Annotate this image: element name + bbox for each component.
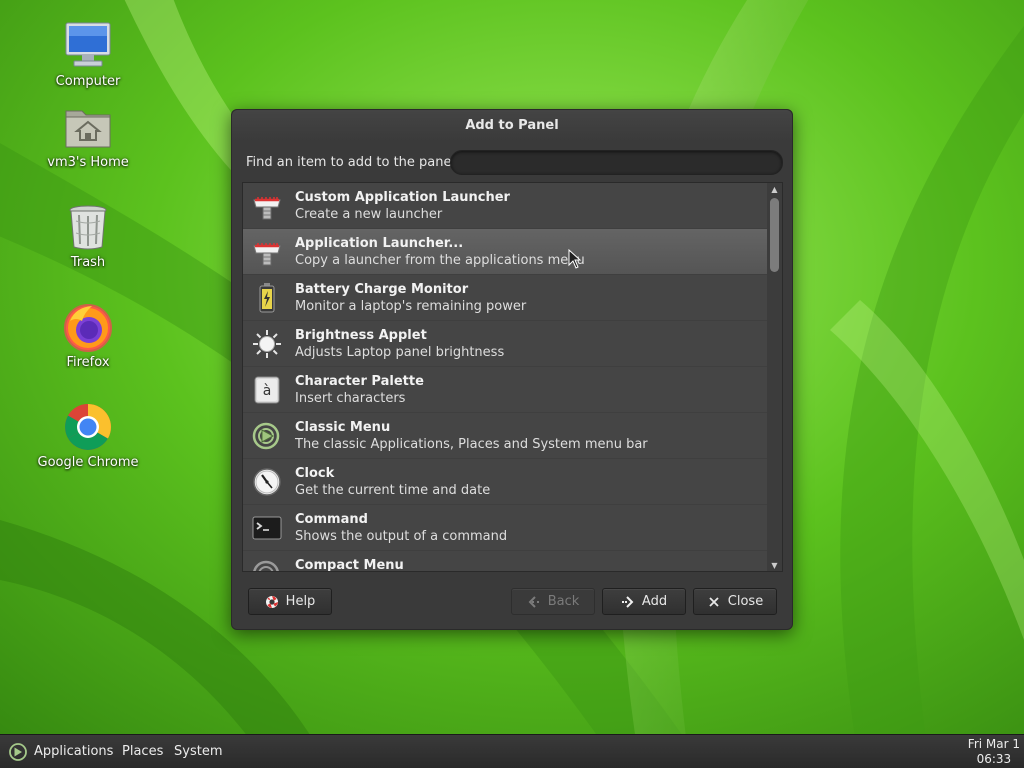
list-item[interactable]: Compact Menu — [243, 551, 768, 572]
system-menu[interactable]: System — [174, 744, 222, 759]
clock-date: Fri Mar 1 — [967, 737, 1020, 751]
panel-clock[interactable]: Fri Mar 1 06:33 — [968, 737, 1020, 767]
add-button-label: Add — [641, 594, 668, 609]
add-button[interactable]: Add — [602, 588, 686, 615]
item-title: Classic Menu — [295, 420, 391, 435]
desktop-icon-google-chrome[interactable]: Google Chrome — [33, 401, 143, 471]
item-description: Get the current time and date — [295, 483, 491, 498]
scroll-down-arrow-icon[interactable]: ▼ — [767, 560, 782, 571]
launcher-icon — [251, 236, 283, 268]
computer-icon — [62, 20, 114, 72]
desktop-icon-label: Trash — [70, 255, 106, 270]
scroll-thumb[interactable] — [770, 198, 779, 272]
desktop-icon-label: Firefox — [66, 355, 110, 370]
desktop-icon-firefox[interactable]: Firefox — [33, 301, 143, 371]
item-title: Battery Charge Monitor — [295, 282, 469, 297]
help-button-label: Help — [285, 594, 316, 609]
places-menu[interactable]: Places — [122, 744, 163, 759]
launcher-icon — [251, 190, 283, 222]
list-item[interactable]: Battery Charge Monitor Monitor a laptop'… — [243, 275, 768, 321]
dialog-title[interactable]: Add to Panel — [232, 110, 792, 142]
search-row: Find an item to add to the panel: — [245, 150, 783, 176]
home-folder-icon — [62, 101, 114, 153]
desktop-icon-home[interactable]: vm3's Home — [33, 101, 143, 171]
classic-menu-icon — [251, 420, 283, 452]
scroll-up-arrow-icon[interactable]: ▲ — [767, 184, 782, 196]
applet-list-frame: Custom Application Launcher Create a new… — [242, 182, 783, 572]
character-palette-icon: à — [251, 374, 283, 406]
back-button[interactable]: Back — [511, 588, 595, 615]
battery-icon — [251, 282, 283, 314]
item-description: Insert characters — [295, 391, 406, 406]
item-title: Clock — [295, 466, 335, 481]
item-title: Command — [295, 512, 368, 527]
terminal-icon — [251, 512, 283, 544]
clock-icon — [251, 466, 283, 498]
item-description: Shows the output of a command — [295, 529, 508, 544]
svg-text:à: à — [263, 383, 272, 399]
search-input[interactable] — [450, 150, 783, 175]
list-item-selected[interactable]: Application Launcher... Copy a launcher … — [243, 229, 768, 275]
item-description: Copy a launcher from the applications me… — [295, 253, 585, 268]
list-item[interactable]: Classic Menu The classic Applications, P… — [243, 413, 768, 459]
trash-icon — [62, 201, 114, 253]
item-title: Compact Menu — [295, 558, 404, 572]
item-description: Monitor a laptop's remaining power — [295, 299, 527, 314]
clock-time: 06:33 — [976, 752, 1012, 766]
chrome-icon — [62, 401, 114, 453]
back-button-label: Back — [547, 594, 580, 609]
brightness-icon — [251, 328, 283, 360]
list-item[interactable]: Command Shows the output of a command — [243, 505, 768, 551]
close-button-label: Close — [727, 594, 764, 609]
item-description: Adjusts Laptop panel brightness — [295, 345, 505, 360]
distro-logo-icon[interactable] — [8, 742, 28, 762]
search-label: Find an item to add to the panel: — [246, 155, 460, 170]
item-description: Create a new launcher — [295, 207, 443, 222]
compact-menu-icon — [251, 558, 283, 571]
item-title: Application Launcher... — [295, 236, 464, 251]
list-item[interactable]: à Character Palette Insert characters — [243, 367, 768, 413]
firefox-icon — [62, 301, 114, 353]
applications-menu[interactable]: Applications — [34, 744, 113, 759]
forward-arrow-icon — [621, 595, 635, 609]
close-icon — [707, 595, 721, 609]
desktop-icon-label: Computer — [55, 74, 121, 89]
list-item[interactable]: Brightness Applet Adjusts Laptop panel b… — [243, 321, 768, 367]
help-button[interactable]: Help — [248, 588, 332, 615]
mouse-cursor-icon — [568, 249, 582, 269]
item-title: Brightness Applet — [295, 328, 427, 343]
desktop-icon-label: vm3's Home — [47, 155, 129, 170]
item-title: Character Palette — [295, 374, 424, 389]
desktop-icon-computer[interactable]: Computer — [33, 20, 143, 90]
desktop-icon-label: Google Chrome — [37, 455, 139, 470]
help-lifebuoy-icon — [265, 595, 279, 609]
close-button[interactable]: Close — [693, 588, 777, 615]
bottom-panel: Applications Places System Fri Mar 1 06:… — [0, 734, 1024, 768]
item-description: The classic Applications, Places and Sys… — [295, 437, 648, 452]
desktop-icon-trash[interactable]: Trash — [33, 201, 143, 271]
add-to-panel-dialog: Add to Panel Find an item to add to the … — [231, 109, 793, 630]
applet-list[interactable]: Custom Application Launcher Create a new… — [243, 183, 768, 572]
back-arrow-icon — [527, 595, 541, 609]
item-title: Custom Application Launcher — [295, 190, 510, 205]
list-item[interactable]: Custom Application Launcher Create a new… — [243, 183, 768, 229]
list-item[interactable]: Clock Get the current time and date — [243, 459, 768, 505]
list-scrollbar[interactable]: ▲ ▼ — [767, 183, 782, 571]
